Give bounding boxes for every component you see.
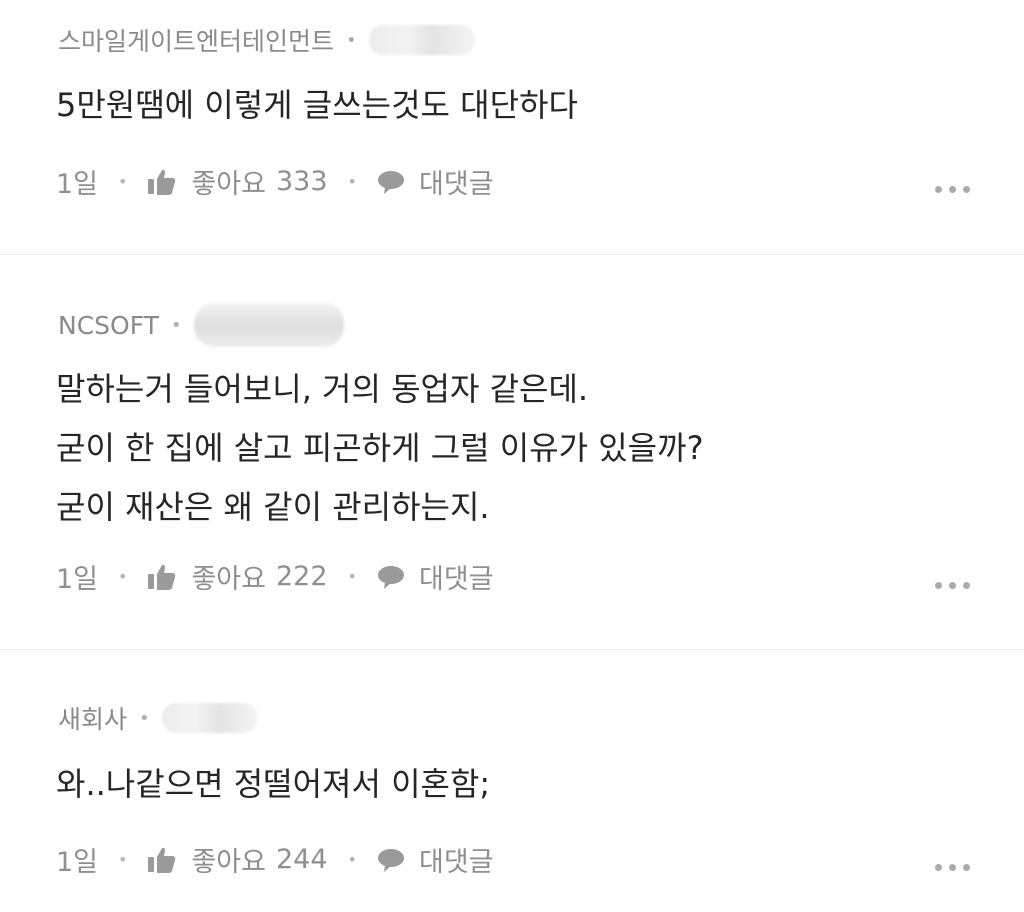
comment-actions: 1일 • 좋아요 244 • 대댓글 (56, 840, 494, 879)
comment-text: 말하는거 들어보니, 거의 동업자 같은데. 굳이 한 집에 살고 피곤하게 그… (56, 360, 704, 537)
comment-meta: 새회사 • (58, 700, 258, 736)
like-label[interactable]: 좋아요 (191, 162, 266, 201)
speech-bubble-icon[interactable] (377, 564, 405, 590)
comment-meta: NCSOFT • (58, 303, 344, 347)
action-separator: • (347, 567, 357, 586)
comment-line: 굳이 한 집에 살고 피곤하게 그럴 이유가 있을까? (56, 429, 704, 467)
action-separator: • (118, 567, 128, 586)
thumbs-up-icon[interactable] (147, 168, 177, 196)
comment-time: 1일 (56, 847, 99, 878)
comment-meta: 스마일게이트엔터테인먼트 • (58, 22, 475, 58)
like-label[interactable]: 좋아요 (191, 557, 266, 596)
more-dots-icon[interactable] (935, 186, 970, 193)
action-separator: • (118, 850, 128, 869)
comment-text: 와..나같으면 정떨어져서 이혼함; (56, 755, 490, 814)
blurred-nickname (368, 25, 475, 55)
action-separator: • (347, 850, 357, 869)
comment-actions: 1일 • 좋아요 333 • 대댓글 (56, 162, 494, 201)
comment-actions: 1일 • 좋아요 222 • 대댓글 (56, 557, 494, 596)
reply-button[interactable]: 대댓글 (419, 840, 494, 879)
blurred-nickname (193, 303, 344, 347)
author-name[interactable]: NCSOFT (58, 311, 159, 340)
comment-text: 5만원땜에 이렇게 글쓰는것도 대단하다 (56, 76, 578, 135)
comment-line: 말하는거 들어보니, 거의 동업자 같은데. (56, 370, 589, 408)
like-count: 333 (276, 166, 328, 197)
action-separator: • (118, 172, 128, 191)
like-count: 222 (276, 561, 328, 592)
speech-bubble-icon[interactable] (377, 847, 405, 873)
comment-line: 굳이 재산은 왜 같이 관리하는지. (56, 488, 490, 526)
more-dots-icon[interactable] (935, 864, 970, 871)
meta-separator: • (139, 707, 150, 729)
comment-line: 와..나같으면 정떨어져서 이혼함; (56, 765, 491, 803)
comment-time: 1일 (56, 564, 99, 595)
like-label[interactable]: 좋아요 (191, 840, 266, 879)
action-separator: • (347, 172, 357, 191)
author-name[interactable]: 스마일게이트엔터테인먼트 (58, 22, 334, 58)
meta-separator: • (170, 314, 182, 336)
comment-time: 1일 (56, 169, 99, 200)
like-count: 244 (276, 844, 328, 875)
thumbs-up-icon[interactable] (147, 563, 177, 591)
speech-bubble-icon[interactable] (377, 169, 405, 195)
author-name[interactable]: 새회사 (58, 700, 127, 736)
more-dots-icon[interactable] (935, 582, 970, 589)
meta-separator: • (346, 29, 357, 51)
blurred-nickname (161, 703, 258, 733)
reply-button[interactable]: 대댓글 (419, 557, 494, 596)
comment-item: 스마일게이트엔터테인먼트 • 5만원땜에 이렇게 글쓰는것도 대단하다 1일 •… (0, 0, 1024, 254)
thumbs-up-icon[interactable] (147, 846, 177, 874)
comment-line: 5만원땜에 이렇게 글쓰는것도 대단하다 (56, 86, 578, 124)
comment-item: 새회사 • 와..나같으면 정떨어져서 이혼함; 1일 • 좋아요 244 • … (0, 650, 1024, 912)
comment-item: NCSOFT • 말하는거 들어보니, 거의 동업자 같은데. 굳이 한 집에 … (0, 255, 1024, 649)
reply-button[interactable]: 대댓글 (419, 162, 494, 201)
